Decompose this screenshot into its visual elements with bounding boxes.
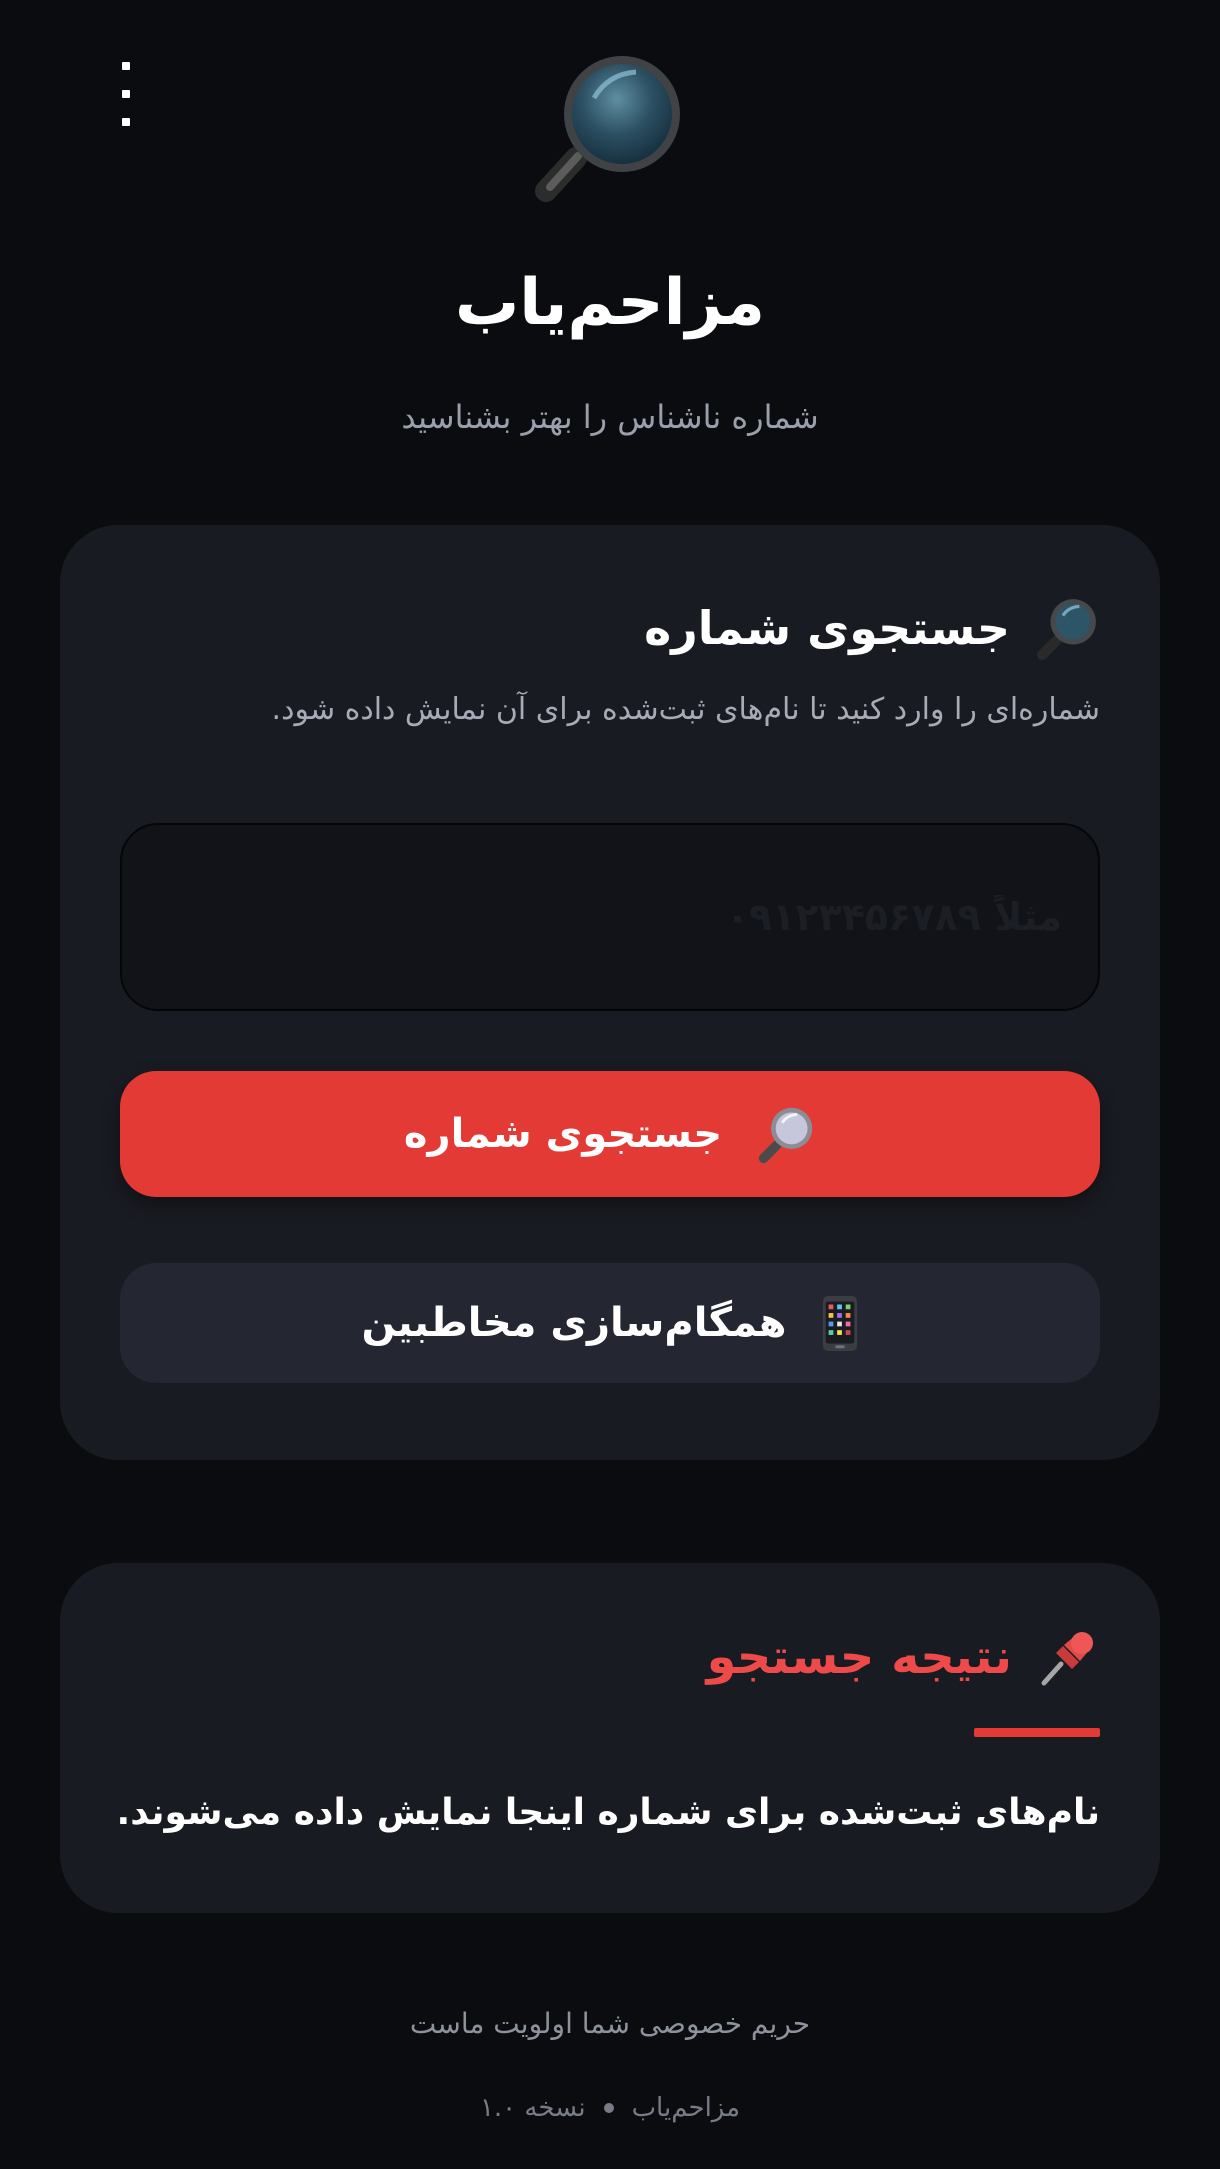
search-heading: جستجوی شماره — [644, 595, 1100, 661]
result-message: نام‌های ثبت‌شده برای شماره اینجا نمایش د… — [116, 1792, 1100, 1833]
magnifying-glass-icon — [756, 1104, 816, 1164]
result-heading-label: نتیجه جستجو — [706, 1629, 1012, 1685]
app-subtitle: شماره ناشناس را بهتر بشناسید — [401, 398, 819, 436]
search-button-label: جستجوی شماره — [403, 1111, 723, 1157]
privacy-note: حریم خصوصی شما اولویت ماست — [409, 2007, 811, 2040]
menu-dot — [122, 90, 130, 98]
result-heading: نتیجه جستجو — [707, 1625, 1100, 1689]
search-card: جستجوی شماره شماره‌ای را وارد کنید تا نا… — [60, 525, 1160, 1460]
app-title: مزاحم‌یاب — [454, 266, 766, 340]
footer-version-label: نسخه ۱.۰ — [479, 2093, 586, 2123]
separator-dot — [603, 2103, 614, 2113]
result-card: نتیجه جستجو نام‌های ثبت‌شده برای شماره ا… — [60, 1563, 1160, 1913]
menu-dot — [122, 62, 130, 70]
magnifying-glass-icon — [530, 46, 690, 206]
search-description: شماره‌ای را وارد کنید تا نام‌های ثبت‌شده… — [271, 692, 1100, 727]
menu-button[interactable] — [108, 62, 144, 126]
version-info: مزاحم‌یاب نسخه ۱.۰ — [0, 2088, 1220, 2128]
magnifying-glass-icon — [1034, 595, 1100, 661]
search-heading-label: جستجوی شماره — [644, 601, 1010, 655]
footer-app-name: مزاحم‌یاب — [631, 2093, 741, 2123]
menu-dot — [122, 118, 130, 126]
pushpin-icon — [1036, 1625, 1100, 1689]
phone-number-input[interactable] — [120, 823, 1100, 1011]
mobile-phone-icon — [821, 1295, 859, 1352]
sync-button-label: همگام‌سازی مخاطبین — [361, 1300, 787, 1346]
search-number-button[interactable]: جستجوی شماره — [120, 1071, 1100, 1197]
sync-contacts-button[interactable]: همگام‌سازی مخاطبین — [120, 1263, 1100, 1383]
result-heading-underline — [974, 1728, 1100, 1737]
